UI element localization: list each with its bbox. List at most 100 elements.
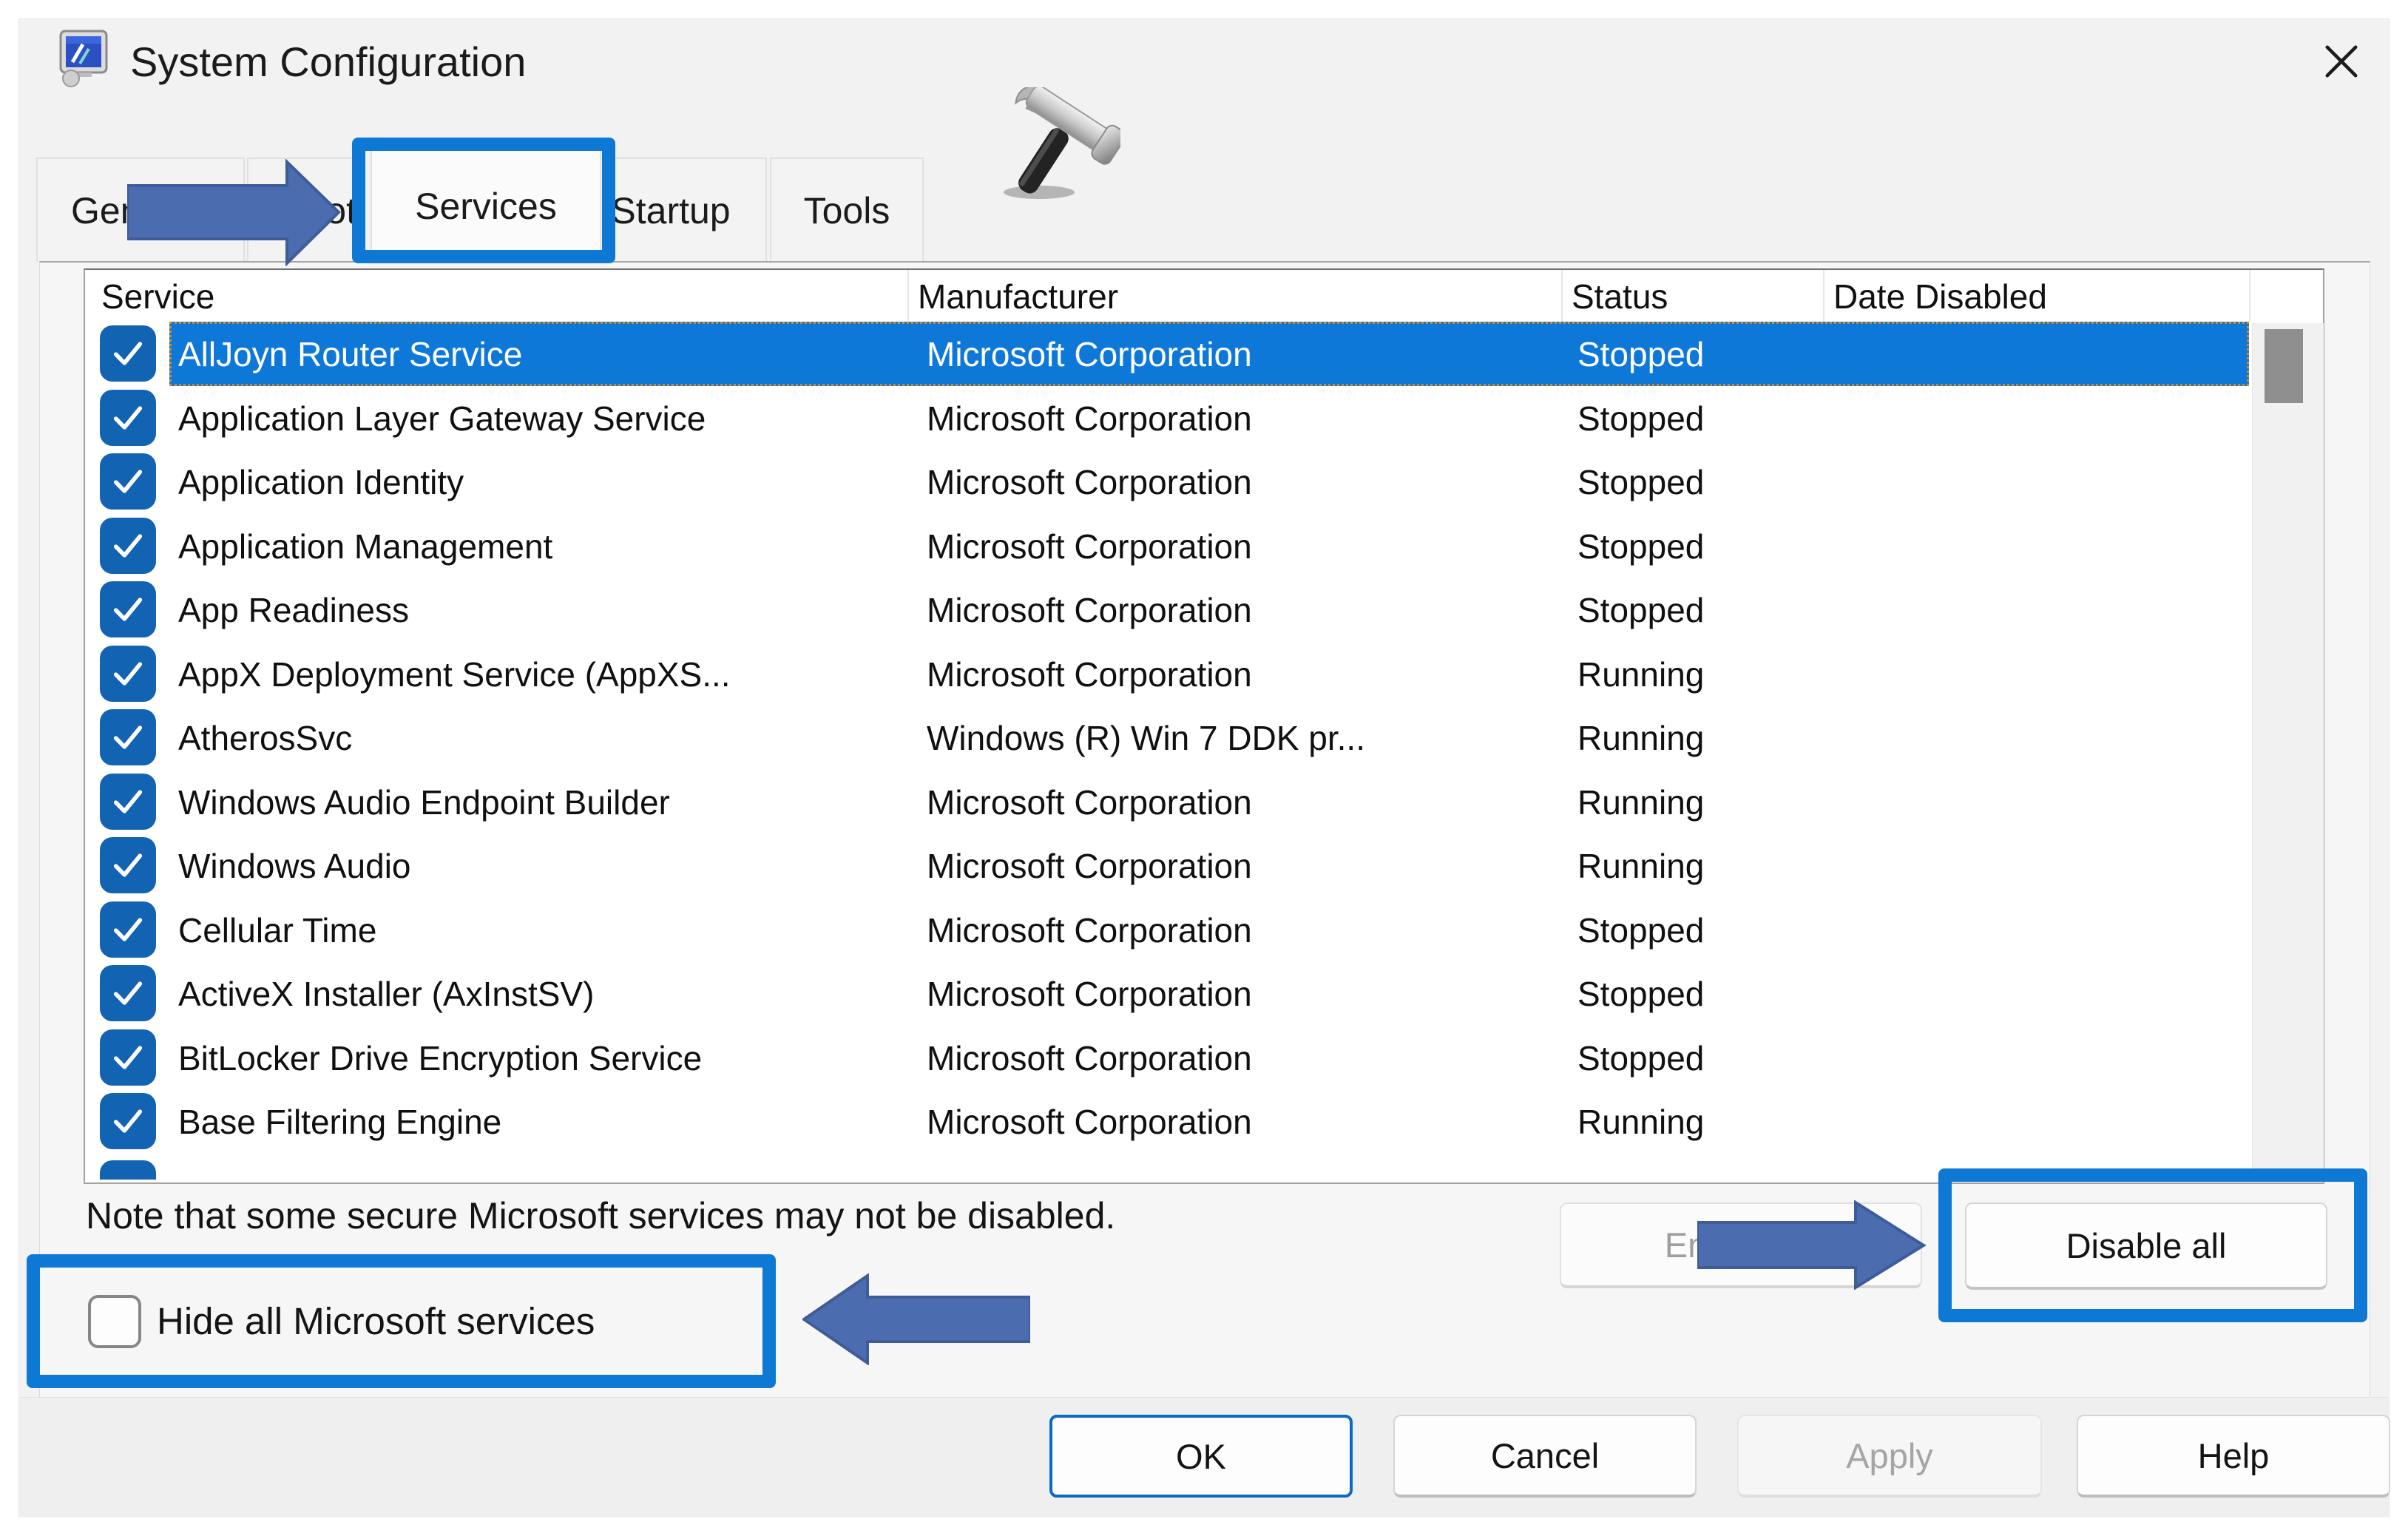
window-title: System Configuration — [130, 31, 526, 93]
checkmark-icon — [107, 972, 149, 1014]
checkmark-icon — [107, 333, 149, 374]
service-name: AtherosSvc — [178, 706, 352, 770]
service-manufacturer: Microsoft Corporation — [927, 450, 1252, 514]
service-name: BitLocker Drive Encryption Service — [178, 1026, 702, 1090]
service-name: AppX Deployment Service (AppXS... — [178, 642, 731, 706]
service-manufacturer: Microsoft Corporation — [927, 770, 1252, 834]
table-row[interactable]: Base Filtering EngineMicrosoft Corporati… — [85, 1089, 2323, 1154]
service-name: ActiveX Installer (AxInstSV) — [178, 961, 594, 1026]
partial-next-row-checkbox — [100, 1160, 156, 1180]
table-row[interactable]: Application Identity Microsoft Corporatio… — [85, 450, 2323, 514]
service-enabled-checkbox[interactable] — [100, 1029, 156, 1086]
column-header-status[interactable]: Status — [1572, 270, 1668, 322]
service-status: Stopped — [1577, 322, 1704, 386]
close-icon — [2316, 38, 2367, 85]
checkmark-icon — [107, 525, 149, 566]
tab-general[interactable]: General — [36, 158, 245, 262]
service-manufacturer: Microsoft Corporation — [927, 833, 1252, 898]
service-name: Application Management — [178, 514, 552, 578]
column-divider — [907, 270, 909, 322]
service-enabled-checkbox[interactable] — [100, 774, 156, 830]
vertical-scrollbar[interactable] — [2252, 323, 2324, 1181]
cancel-button[interactable]: Cancel — [1393, 1415, 1697, 1498]
checkmark-icon — [107, 1100, 149, 1142]
service-enabled-checkbox[interactable] — [100, 965, 156, 1021]
service-status: Stopped — [1577, 898, 1704, 962]
table-row[interactable]: ActiveX Installer (AxInstSV)Microsoft Co… — [85, 961, 2323, 1026]
service-name: Application Layer Gateway Service — [178, 386, 706, 450]
service-enabled-checkbox[interactable] — [100, 901, 156, 958]
enable-all-button[interactable]: Enable all — [1560, 1202, 1922, 1288]
service-name: Application Identity — [178, 450, 464, 514]
service-enabled-checkbox[interactable] — [100, 646, 156, 702]
column-divider — [1561, 270, 1563, 322]
service-enabled-checkbox[interactable] — [100, 581, 156, 637]
checkmark-icon — [107, 589, 149, 630]
service-name: Cellular Time — [178, 898, 376, 962]
checkmark-icon — [107, 397, 149, 439]
service-enabled-checkbox[interactable] — [100, 390, 156, 446]
table-row[interactable]: Cellular Time Microsoft Corporation Stoppe… — [85, 898, 2323, 962]
checkmark-icon — [107, 781, 149, 822]
table-row[interactable]: App Readiness Microsoft Corporation Stoppe… — [85, 578, 2323, 642]
apply-button[interactable]: Apply — [1737, 1415, 2042, 1498]
column-header-date-disabled[interactable]: Date Disabled — [1833, 270, 2047, 322]
checkmark-icon — [107, 461, 149, 502]
service-manufacturer: Microsoft Corporation — [927, 1089, 1252, 1154]
service-enabled-checkbox[interactable] — [100, 709, 156, 765]
scrollbar-thumb[interactable] — [2265, 329, 2303, 403]
service-name: App Readiness — [178, 578, 409, 642]
tab-tools[interactable]: Tools — [770, 158, 924, 262]
table-row[interactable]: Windows Audio Endpoint BuilderMicrosoft … — [85, 770, 2323, 834]
service-manufacturer: Microsoft Corporation — [927, 642, 1252, 706]
msconfig-app-icon — [55, 28, 114, 87]
service-manufacturer: Microsoft Corporation — [927, 1026, 1252, 1090]
service-status: Stopped — [1577, 386, 1704, 450]
service-enabled-checkbox[interactable] — [100, 325, 156, 382]
service-name: AllJoyn Router Service — [178, 322, 522, 386]
service-enabled-checkbox[interactable] — [100, 453, 156, 510]
tab-services[interactable]: Services — [371, 149, 601, 263]
service-status: Stopped — [1577, 1026, 1704, 1090]
checkmark-icon — [107, 653, 149, 694]
disable-all-button[interactable]: Disable all — [1965, 1202, 2327, 1290]
service-manufacturer: Microsoft Corporation — [927, 898, 1252, 962]
service-enabled-checkbox[interactable] — [100, 518, 156, 574]
service-enabled-checkbox[interactable] — [100, 837, 156, 893]
checkmark-icon — [107, 909, 149, 950]
table-row[interactable]: AtherosSvcWindows (R) Win 7 DDK pr...Run… — [85, 706, 2323, 770]
column-header-manufacturer[interactable]: Manufacturer — [918, 270, 1118, 322]
service-manufacturer: Microsoft Corporation — [927, 386, 1252, 450]
service-manufacturer: Windows (R) Win 7 DDK pr... — [927, 706, 1365, 770]
dialog-footer: OK Cancel Apply Help — [19, 1397, 2389, 1518]
table-row[interactable]: AppX Deployment Service (AppXS... Microso… — [85, 642, 2323, 706]
service-rows: AllJoyn Router Service Microsoft Corporat… — [85, 322, 2323, 1154]
checkmark-icon — [107, 1037, 149, 1078]
column-header-service[interactable]: Service — [101, 270, 214, 322]
hide-all-microsoft-services-checkbox[interactable] — [88, 1295, 141, 1348]
hide-all-microsoft-services-label: Hide all Microsoft services — [157, 1296, 595, 1347]
table-row[interactable]: Application Layer Gateway Service Microso… — [85, 386, 2323, 450]
table-row[interactable]: BitLocker Drive Encryption Service Micros… — [85, 1026, 2323, 1090]
service-status: Stopped — [1577, 578, 1704, 642]
service-status: Running — [1577, 770, 1704, 834]
tab-startup[interactable]: Startup — [597, 158, 767, 262]
service-enabled-checkbox[interactable] — [100, 1093, 156, 1149]
service-status: Stopped — [1577, 961, 1704, 1026]
ok-button[interactable]: OK — [1049, 1415, 1353, 1498]
service-status: Running — [1577, 1089, 1704, 1154]
close-button[interactable] — [2312, 34, 2371, 89]
table-row[interactable]: Windows AudioMicrosoft CorporationRunnin… — [85, 833, 2323, 898]
service-status: Stopped — [1577, 514, 1704, 578]
service-manufacturer: Microsoft Corporation — [927, 322, 1252, 386]
services-note-text: Note that some secure Microsoft services… — [86, 1193, 1115, 1239]
tab-boot[interactable]: Boot — [247, 158, 365, 262]
service-name: Windows Audio — [178, 833, 411, 898]
table-row[interactable]: Application ManagementMicrosoft Corporat… — [85, 514, 2323, 578]
screenshot-background: System Configuration General Boot Servic… — [0, 0, 2408, 1536]
table-row[interactable]: AllJoyn Router Service Microsoft Corporat… — [85, 322, 2323, 386]
help-button[interactable]: Help — [2077, 1415, 2390, 1498]
checkmark-icon — [107, 717, 149, 758]
service-manufacturer: Microsoft Corporation — [927, 578, 1252, 642]
service-status: Stopped — [1577, 450, 1704, 514]
